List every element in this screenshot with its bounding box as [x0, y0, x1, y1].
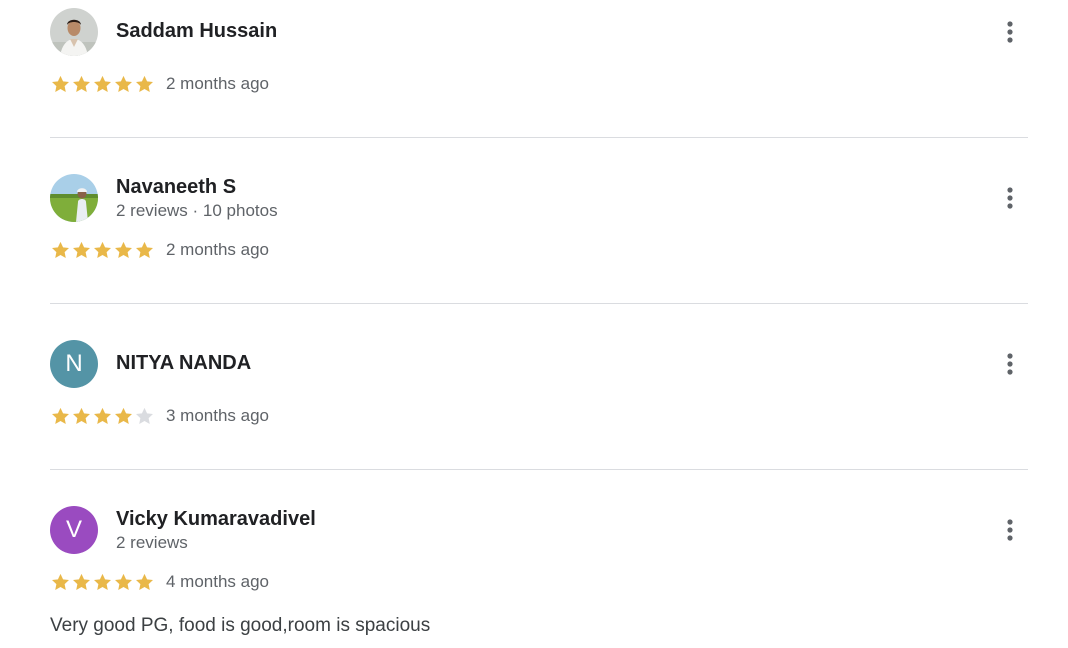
star-icon	[115, 241, 132, 258]
review-card: Navaneeth S 2 reviews · 10 photos 2 mont…	[50, 174, 1028, 274]
star-icon	[94, 75, 111, 92]
more-options-button[interactable]	[996, 184, 1024, 212]
star-icon	[136, 573, 153, 590]
star-rating	[50, 572, 155, 593]
star-icon	[115, 573, 132, 590]
star-rating	[50, 240, 155, 261]
more-options-button[interactable]	[996, 350, 1024, 378]
avatar-letter: V	[65, 516, 82, 543]
star-icon	[73, 573, 90, 590]
review-date: 4 months ago	[166, 572, 270, 591]
star-icon	[52, 75, 69, 92]
star-icon	[136, 75, 153, 92]
review-text: Very good PG, food is good,room is spaci…	[50, 615, 431, 636]
star-icon	[94, 407, 111, 424]
star-icon	[94, 241, 111, 258]
rating-row: 4 months ago	[50, 571, 269, 593]
star-rating	[50, 74, 155, 95]
review-date: 3 months ago	[166, 406, 270, 425]
reviewer-avatar[interactable]	[50, 174, 98, 222]
review-card: V Vicky Kumaravadivel 2 reviews 4 months…	[50, 506, 1028, 646]
divider	[50, 469, 1028, 470]
rating-row: 2 months ago	[50, 73, 269, 95]
reviewer-name[interactable]: NITYA NANDA	[116, 352, 251, 375]
reviewer-name[interactable]: Saddam Hussain	[116, 20, 277, 43]
more-vert-icon	[1007, 21, 1013, 43]
star-icon	[115, 407, 132, 424]
more-vert-icon	[1007, 519, 1013, 541]
review-card: Saddam Hussain 2 months ago	[50, 8, 1028, 108]
review-card: N NITYA NANDA 3 months ago	[50, 340, 1028, 440]
divider	[50, 303, 1028, 304]
divider	[50, 137, 1028, 138]
more-vert-icon	[1007, 187, 1013, 209]
reviewer-avatar[interactable]: V	[50, 506, 98, 554]
rating-row: 2 months ago	[50, 239, 269, 261]
more-options-button[interactable]	[996, 516, 1024, 544]
review-date: 2 months ago	[166, 240, 270, 259]
star-icon	[136, 241, 153, 258]
rating-row: 3 months ago	[50, 405, 269, 427]
reviewer-avatar[interactable]: N	[50, 340, 98, 388]
star-icon	[115, 75, 132, 92]
star-icon	[73, 75, 90, 92]
more-options-button[interactable]	[996, 18, 1024, 46]
review-date: 2 months ago	[166, 74, 270, 93]
more-vert-icon	[1007, 353, 1013, 375]
star-icon	[94, 573, 111, 590]
star-icon	[136, 407, 153, 424]
star-icon	[52, 573, 69, 590]
reviewer-avatar[interactable]	[50, 8, 98, 56]
star-icon	[73, 407, 90, 424]
reviewer-name[interactable]: Vicky Kumaravadivel	[116, 508, 316, 531]
avatar-letter: N	[65, 350, 83, 377]
reviewer-name[interactable]: Navaneeth S	[116, 176, 236, 199]
star-icon	[52, 407, 69, 424]
reviewer-meta: 2 reviews	[116, 533, 188, 552]
star-rating	[50, 406, 155, 427]
star-icon	[73, 241, 90, 258]
reviewer-meta: 2 reviews · 10 photos	[116, 201, 278, 220]
star-icon	[52, 241, 69, 258]
